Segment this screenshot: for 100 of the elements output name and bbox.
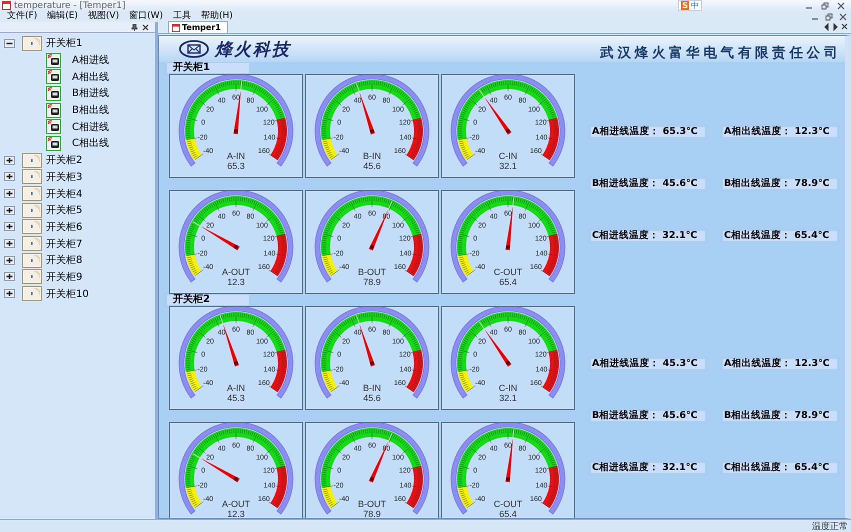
gauge-reading: 45.3 bbox=[227, 393, 245, 403]
menu-item[interactable]: 帮助(H) bbox=[196, 11, 238, 22]
temperature-readout: A相出线温度： 12.3℃ bbox=[723, 359, 837, 369]
gauge-label: B-OUT bbox=[358, 267, 386, 277]
gauge-label: C-IN bbox=[498, 151, 518, 161]
gauge-label: C-OUT bbox=[494, 499, 522, 509]
status-text: 温度正常 bbox=[812, 520, 848, 532]
menu-item[interactable]: 视图(V) bbox=[82, 11, 124, 22]
scroll-left-icon[interactable] bbox=[823, 23, 830, 31]
company-name: 武汉烽火富华电气有限责任公司 bbox=[600, 44, 841, 62]
gauge-reading: 12.3 bbox=[227, 277, 245, 287]
group-title: 开关柜1 bbox=[167, 63, 249, 73]
close-icon[interactable] bbox=[839, 12, 847, 20]
gauge-reading: 45.6 bbox=[363, 393, 381, 403]
sensor-icon bbox=[46, 136, 61, 151]
sensor-icon bbox=[46, 69, 61, 84]
tree-item[interactable]: 开关柜4 bbox=[46, 186, 82, 201]
restore-icon[interactable] bbox=[825, 12, 833, 20]
menu-item[interactable]: 文件(F) bbox=[2, 11, 42, 22]
expand-icon[interactable] bbox=[4, 156, 15, 165]
tree-item[interactable]: 开关柜9 bbox=[46, 270, 82, 284]
tree-item[interactable]: 开关柜3 bbox=[46, 170, 82, 184]
cabinet-icon bbox=[22, 202, 42, 218]
expand-icon[interactable] bbox=[4, 222, 15, 232]
pin-icon[interactable] bbox=[131, 24, 138, 30]
tree-item[interactable]: 开关柜6 bbox=[46, 220, 82, 234]
expand-icon[interactable] bbox=[4, 189, 15, 198]
gauge-label: C-IN bbox=[498, 383, 518, 393]
sensor-icon bbox=[46, 102, 61, 118]
cabinet-icon bbox=[22, 269, 42, 284]
expand-icon[interactable] bbox=[4, 206, 15, 215]
expand-icon[interactable] bbox=[4, 239, 15, 248]
cabinet-icon bbox=[22, 286, 42, 302]
tree-item[interactable]: A相出线 bbox=[72, 70, 109, 84]
cabinet-icon bbox=[22, 186, 42, 202]
sensor-icon bbox=[46, 86, 61, 101]
expand-icon[interactable] bbox=[4, 272, 15, 282]
cabinet-icon bbox=[22, 36, 42, 51]
expand-icon[interactable] bbox=[4, 172, 15, 182]
group-title: 开关柜2 bbox=[167, 295, 249, 305]
cabinet-icon bbox=[22, 252, 42, 268]
tree-item[interactable]: 开关柜7 bbox=[46, 236, 82, 251]
gauge-reading: 12.3 bbox=[227, 509, 245, 518]
temperature-readout: C相出线温度： 65.4℃ bbox=[723, 231, 837, 241]
gauge-reading: 65.4 bbox=[499, 277, 517, 287]
cabinet-icon bbox=[22, 236, 42, 252]
tree-item[interactable]: 开关柜10 bbox=[46, 286, 89, 301]
gauge-reading: 65.3 bbox=[227, 161, 245, 171]
window-title: temperature - [Temper1] bbox=[14, 0, 126, 10]
gauge-label: C-OUT bbox=[494, 267, 522, 277]
temperature-readout: A相出线温度： 12.3℃ bbox=[723, 127, 837, 137]
temperature-readout: B相进线温度： 45.6℃ bbox=[591, 179, 705, 189]
sensor-icon bbox=[46, 52, 61, 68]
temperature-readout: C相进线温度： 32.1℃ bbox=[591, 231, 705, 241]
gauge-label: B-OUT bbox=[358, 499, 386, 509]
close-icon[interactable] bbox=[841, 23, 848, 31]
close-icon[interactable] bbox=[142, 24, 149, 30]
document-icon bbox=[172, 24, 180, 32]
gauge-reading: 32.1 bbox=[499, 393, 517, 403]
gauge-reading: 78.9 bbox=[363, 277, 381, 287]
tree-item[interactable]: 开关柜5 bbox=[46, 203, 82, 218]
close-icon[interactable] bbox=[837, 2, 845, 10]
tree-item[interactable]: 开关柜2 bbox=[46, 153, 82, 168]
document-tab[interactable]: Temper1 bbox=[168, 21, 228, 33]
scroll-right-icon[interactable] bbox=[832, 23, 839, 31]
tree-item[interactable]: 开关柜1 bbox=[46, 36, 82, 50]
expand-icon[interactable] bbox=[4, 256, 15, 265]
brand-name: 烽火科技 bbox=[215, 38, 291, 60]
temperature-readout: A相进线温度： 45.3℃ bbox=[591, 359, 705, 369]
menu-item[interactable]: 编辑(E) bbox=[42, 11, 83, 22]
logo-icon bbox=[179, 40, 209, 58]
tree-item[interactable]: C相进线 bbox=[72, 120, 109, 134]
gauge-reading: 78.9 bbox=[363, 509, 381, 518]
ime-mode[interactable]: 中 bbox=[691, 1, 699, 10]
temperature-readout: A相进线温度： 65.3℃ bbox=[591, 127, 705, 137]
gauge-label: B-IN bbox=[363, 151, 381, 161]
tree-item[interactable]: C相出线 bbox=[72, 136, 109, 150]
menu-item[interactable]: 窗口(W) bbox=[124, 11, 168, 22]
temperature-readout: B相出线温度： 78.9℃ bbox=[723, 179, 837, 189]
temperature-readout: C相出线温度： 65.4℃ bbox=[723, 463, 837, 473]
gauge-label: A-OUT bbox=[222, 499, 250, 509]
menu-item[interactable]: 工具 bbox=[168, 11, 196, 22]
cabinet-icon bbox=[22, 219, 42, 234]
gauge-reading: 65.4 bbox=[499, 509, 517, 518]
temperature-readout: C相进线温度： 32.1℃ bbox=[591, 463, 705, 473]
app-icon bbox=[2, 1, 11, 10]
collapse-icon[interactable] bbox=[4, 38, 15, 48]
tree-item[interactable]: A相进线 bbox=[72, 53, 109, 68]
tree-item[interactable]: B相进线 bbox=[72, 86, 109, 100]
tree-item[interactable]: B相出线 bbox=[72, 103, 109, 118]
cabinet-icon bbox=[22, 152, 42, 168]
gauge-reading: 45.6 bbox=[363, 161, 381, 171]
temperature-readout: B相出线温度： 78.9℃ bbox=[723, 411, 837, 421]
restore-icon[interactable] bbox=[821, 2, 829, 10]
tree-item[interactable]: 开关柜8 bbox=[46, 253, 82, 268]
expand-icon[interactable] bbox=[4, 289, 15, 298]
temperature-readout: B相进线温度： 45.6℃ bbox=[591, 411, 705, 421]
gauge-label: B-IN bbox=[363, 383, 381, 393]
gauge-label: A-OUT bbox=[222, 267, 250, 277]
cabinet-icon bbox=[22, 169, 42, 184]
